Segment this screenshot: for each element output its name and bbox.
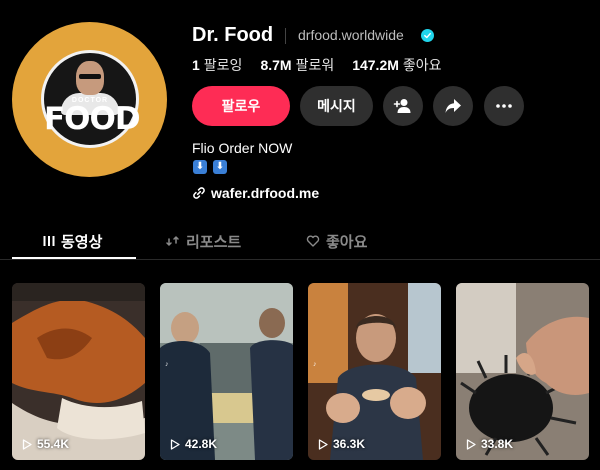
video-thumbnail-image bbox=[456, 283, 589, 460]
likes-label: 좋아요 bbox=[402, 57, 442, 73]
avatar[interactable]: DOCTOR FOOD bbox=[12, 22, 167, 177]
down-arrow-emoji-icon: ⬇ bbox=[193, 160, 207, 174]
video-play-count-value: 42.8K bbox=[185, 437, 218, 451]
video-thumbnail[interactable]: 55.4K bbox=[12, 283, 145, 460]
likes-stat: 147.2M 좋아요 bbox=[352, 55, 441, 75]
tab-reposts-label: 리포스트 bbox=[186, 233, 242, 251]
add-friend-button[interactable] bbox=[383, 86, 423, 126]
tab-videos[interactable]: 동영상 bbox=[43, 222, 102, 260]
avatar-logo-badge: DOCTOR FOOD bbox=[41, 50, 141, 148]
bio-emoji-row: ⬇ ⬇ bbox=[193, 160, 227, 174]
bio-link[interactable]: wafer.drfood.me bbox=[192, 185, 319, 201]
following-stat[interactable]: 1 팔로잉 bbox=[192, 55, 242, 75]
video-play-count: 36.3K bbox=[318, 437, 365, 451]
grid-icon bbox=[43, 236, 55, 246]
tab-likes[interactable]: 좋아요 bbox=[306, 222, 367, 260]
video-thumbnail[interactable]: 33.8K bbox=[456, 283, 589, 460]
play-icon bbox=[318, 438, 328, 450]
followers-stat[interactable]: 8.7M 팔로워 bbox=[260, 55, 334, 75]
video-play-count: 55.4K bbox=[22, 437, 69, 451]
link-icon bbox=[193, 187, 205, 199]
more-icon bbox=[496, 104, 512, 108]
following-label: 팔로잉 bbox=[203, 57, 243, 73]
video-thumbnail[interactable]: ♪ 42.8K bbox=[160, 283, 293, 460]
video-play-count-value: 55.4K bbox=[37, 437, 70, 451]
heart-icon bbox=[306, 235, 320, 247]
avatar-logo-food: FOOD bbox=[44, 101, 141, 137]
avatar-logo-text: DOCTOR FOOD bbox=[44, 97, 141, 137]
video-thumbnail[interactable]: ♪ 36.3K bbox=[308, 283, 441, 460]
add-user-icon bbox=[393, 99, 411, 113]
more-button[interactable] bbox=[484, 86, 524, 126]
down-arrow-emoji-icon: ⬇ bbox=[213, 160, 227, 174]
video-thumbnail-image bbox=[308, 283, 441, 460]
likes-count: 147.2M bbox=[352, 57, 399, 73]
following-count: 1 bbox=[192, 57, 200, 73]
repost-icon bbox=[166, 236, 179, 246]
play-icon bbox=[170, 438, 180, 450]
active-tab-indicator bbox=[12, 257, 136, 259]
tiktok-watermark-icon: ♪ bbox=[165, 361, 169, 368]
share-button[interactable] bbox=[433, 86, 473, 126]
share-icon bbox=[445, 99, 461, 113]
video-thumbnail-image bbox=[12, 283, 145, 460]
profile-tabs: 동영상 리포스트 좋아요 bbox=[0, 222, 600, 260]
message-button[interactable]: 메시지 bbox=[300, 86, 373, 126]
follow-button[interactable]: 팔로우 bbox=[192, 86, 290, 126]
profile-handle: drfood.worldwide bbox=[298, 27, 404, 43]
tiktok-watermark-icon: ♪ bbox=[313, 361, 317, 368]
video-play-count-value: 36.3K bbox=[333, 437, 366, 451]
bio-text: Flio Order NOW bbox=[192, 140, 293, 156]
followers-count: 8.7M bbox=[260, 57, 292, 73]
video-thumbnail-image bbox=[160, 283, 293, 460]
verified-badge-icon bbox=[421, 29, 434, 42]
video-play-count: 42.8K bbox=[170, 437, 217, 451]
video-play-count-value: 33.8K bbox=[481, 437, 514, 451]
bio-link-text: wafer.drfood.me bbox=[211, 185, 320, 201]
play-icon bbox=[22, 438, 32, 450]
name-separator bbox=[285, 28, 286, 44]
play-icon bbox=[466, 438, 476, 450]
profile-stats: 1 팔로잉 8.7M 팔로워 147.2M 좋아요 bbox=[192, 55, 442, 75]
avatar-sunglasses bbox=[79, 74, 101, 79]
tab-videos-label: 동영상 bbox=[61, 233, 103, 251]
tab-likes-label: 좋아요 bbox=[326, 233, 368, 251]
tab-reposts[interactable]: 리포스트 bbox=[166, 222, 241, 260]
followers-label: 팔로워 bbox=[295, 57, 335, 73]
profile-name: Dr. Food bbox=[192, 24, 274, 46]
video-play-count: 33.8K bbox=[466, 437, 513, 451]
